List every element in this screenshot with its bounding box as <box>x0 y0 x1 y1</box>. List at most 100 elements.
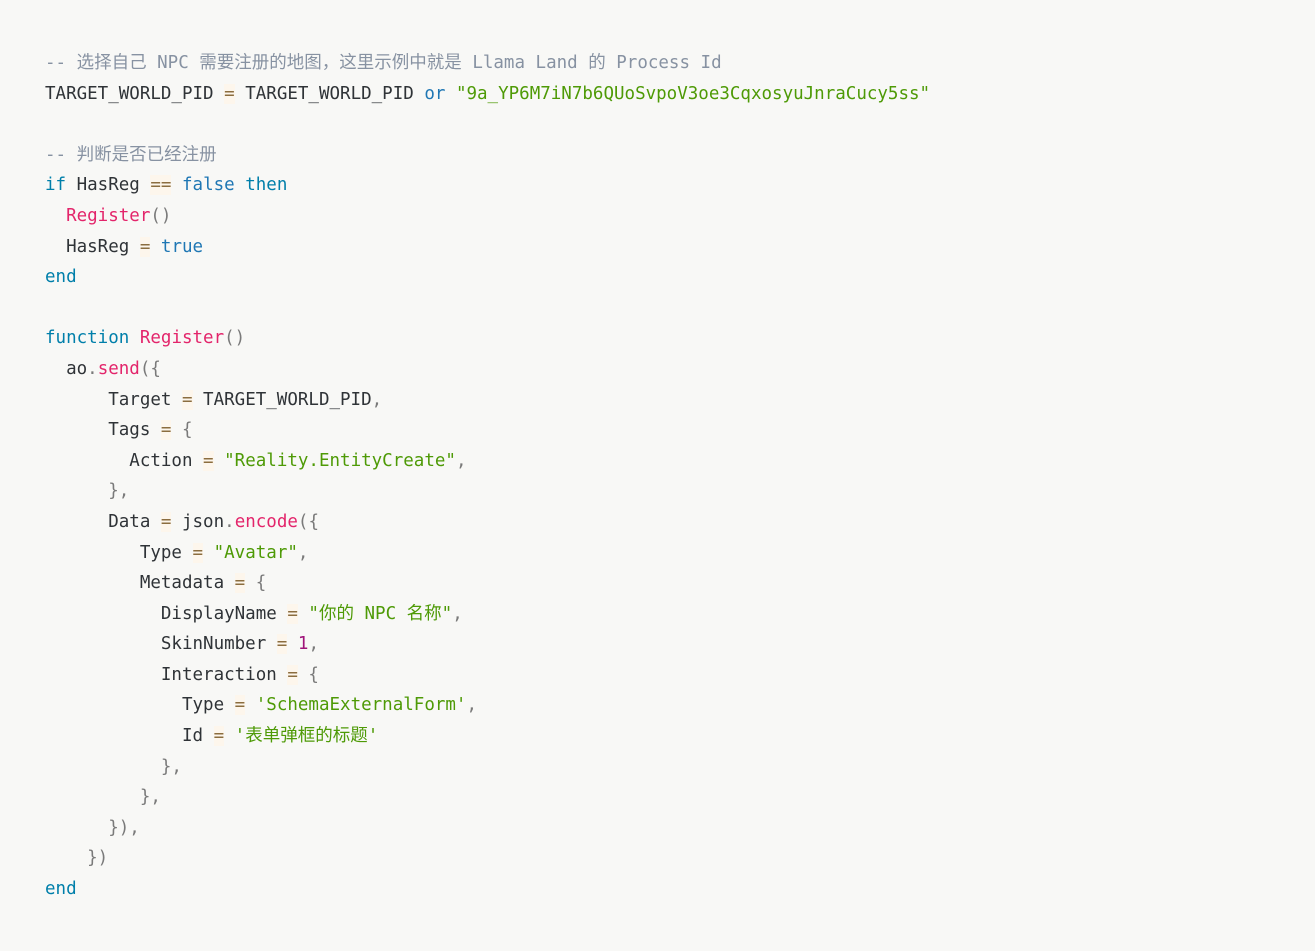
code-token-punc: { <box>171 420 193 441</box>
code-token-punc: }), <box>45 817 140 838</box>
code-token-op: = <box>192 542 204 563</box>
code-token-name: Action <box>45 450 204 471</box>
code-line: Type = 'SchemaExternalForm', <box>45 690 1315 721</box>
code-token-func: Register <box>66 205 151 226</box>
code-line: -- 选择自己 NPC 需要注册的地图，这里示例中就是 Llama Land 的… <box>45 48 1315 79</box>
code-token-name: HasReg <box>66 175 151 196</box>
code-line: end <box>45 262 1315 293</box>
code-token-punc: ({ <box>139 358 161 379</box>
code-token-op: = <box>160 511 172 532</box>
code-token-func: send <box>97 358 140 379</box>
code-token-punc: . <box>87 358 98 379</box>
code-line: HasReg = true <box>45 232 1315 263</box>
code-token-op: = <box>213 726 225 747</box>
code-token-string: "你的 NPC 名称" <box>308 603 453 624</box>
code-token-string: 'SchemaExternalForm' <box>255 695 467 716</box>
code-token-op: = <box>276 634 288 655</box>
code-token-op: = <box>234 573 246 594</box>
code-token-name: Type <box>45 695 235 716</box>
code-token-punc: , <box>308 634 319 655</box>
code-token-op: = <box>203 450 214 471</box>
code-line: Target = TARGET_WORLD_PID, <box>45 385 1315 416</box>
code-line: DisplayName = "你的 NPC 名称", <box>45 599 1315 630</box>
code-line: function Register() <box>45 323 1315 354</box>
code-token-punc: { <box>245 573 267 594</box>
code-line: Data = json.encode({ <box>45 507 1315 538</box>
code-token-op: == <box>150 175 172 196</box>
code-token-punc: , <box>466 695 478 716</box>
code-token-name: ao <box>45 358 88 379</box>
code-token-bool: false <box>182 175 235 196</box>
code-line: Metadata = { <box>45 568 1315 599</box>
code-token-name: Metadata <box>45 573 235 594</box>
code-line: if HasReg == false then <box>45 170 1315 201</box>
code-line: }, <box>45 782 1315 813</box>
code-token-name: Interaction <box>45 664 288 685</box>
code-token-keyword: if <box>45 175 67 196</box>
code-token-keyword: end <box>45 879 77 900</box>
code-line: Interaction = { <box>45 660 1315 691</box>
code-token-punc: , <box>371 389 383 410</box>
code-token-punc: , <box>452 603 463 624</box>
code-token-punc: , <box>297 542 309 563</box>
code-block[interactable]: -- 选择自己 NPC 需要注册的地图，这里示例中就是 Llama Land 的… <box>0 0 1315 905</box>
code-token-string: "Reality.EntityCreate" <box>224 450 456 471</box>
code-token-punc: . <box>224 511 235 532</box>
code-token-string: '表单弹框的标题' <box>234 726 379 747</box>
code-token-string: "Avatar" <box>213 542 298 563</box>
code-line: Id = '表单弹框的标题' <box>45 721 1315 752</box>
code-token-comment: -- 判断是否已经注册 <box>45 144 217 165</box>
code-token-name: Data <box>45 511 161 532</box>
code-line: Type = "Avatar", <box>45 538 1315 569</box>
code-line: }, <box>45 476 1315 507</box>
code-token-func: Register <box>139 328 225 349</box>
code-token-number: 1 <box>297 634 309 655</box>
code-line: TARGET_WORLD_PID = TARGET_WORLD_PID or "… <box>45 79 1315 110</box>
code-line: }, <box>45 752 1315 783</box>
code-token-name: Id <box>45 726 214 747</box>
code-line: Register() <box>45 201 1315 232</box>
code-token-keyword: function <box>45 328 130 349</box>
code-token-name: Type <box>45 542 193 563</box>
code-token-string: "9a_YP6M7iN7b6QUoSvpoV3oe3CqxosyuJnraCuc… <box>455 83 931 104</box>
code-token-name: TARGET_WORLD_PID <box>234 83 425 104</box>
code-token-punc: }, <box>45 481 130 502</box>
code-token-bool: true <box>160 236 204 257</box>
code-token-punc: , <box>455 450 467 471</box>
code-token-keyword: end <box>45 267 77 288</box>
code-line: -- 判断是否已经注册 <box>45 140 1315 171</box>
code-token-op: = <box>160 420 172 441</box>
code-token-punc: () <box>150 205 172 226</box>
code-token-punc: }) <box>45 848 109 869</box>
code-token-op: = <box>181 389 193 410</box>
code-token-func: encode <box>234 511 298 532</box>
code-token-name: Target <box>45 389 182 410</box>
code-token-punc: }, <box>45 756 182 777</box>
code-token-op: = <box>287 603 298 624</box>
code-token-name: HasReg <box>45 236 140 257</box>
code-token-punc: () <box>224 328 246 349</box>
code-line: }) <box>45 843 1315 874</box>
code-line: SkinNumber = 1, <box>45 629 1315 660</box>
code-token-name: json <box>171 511 225 532</box>
code-token-comment: -- 选择自己 NPC 需要注册的地图，这里示例中就是 Llama Land 的… <box>45 53 722 73</box>
code-line: end <box>45 874 1315 905</box>
code-line: }), <box>45 813 1315 844</box>
code-line: Tags = { <box>45 415 1315 446</box>
code-token-punc: }, <box>45 787 161 808</box>
code-token-name: TARGET_WORLD_PID <box>192 389 372 410</box>
code-token-punc: ({ <box>297 511 319 532</box>
code-token-bool: or <box>424 83 446 104</box>
code-line: Action = "Reality.EntityCreate", <box>45 446 1315 477</box>
